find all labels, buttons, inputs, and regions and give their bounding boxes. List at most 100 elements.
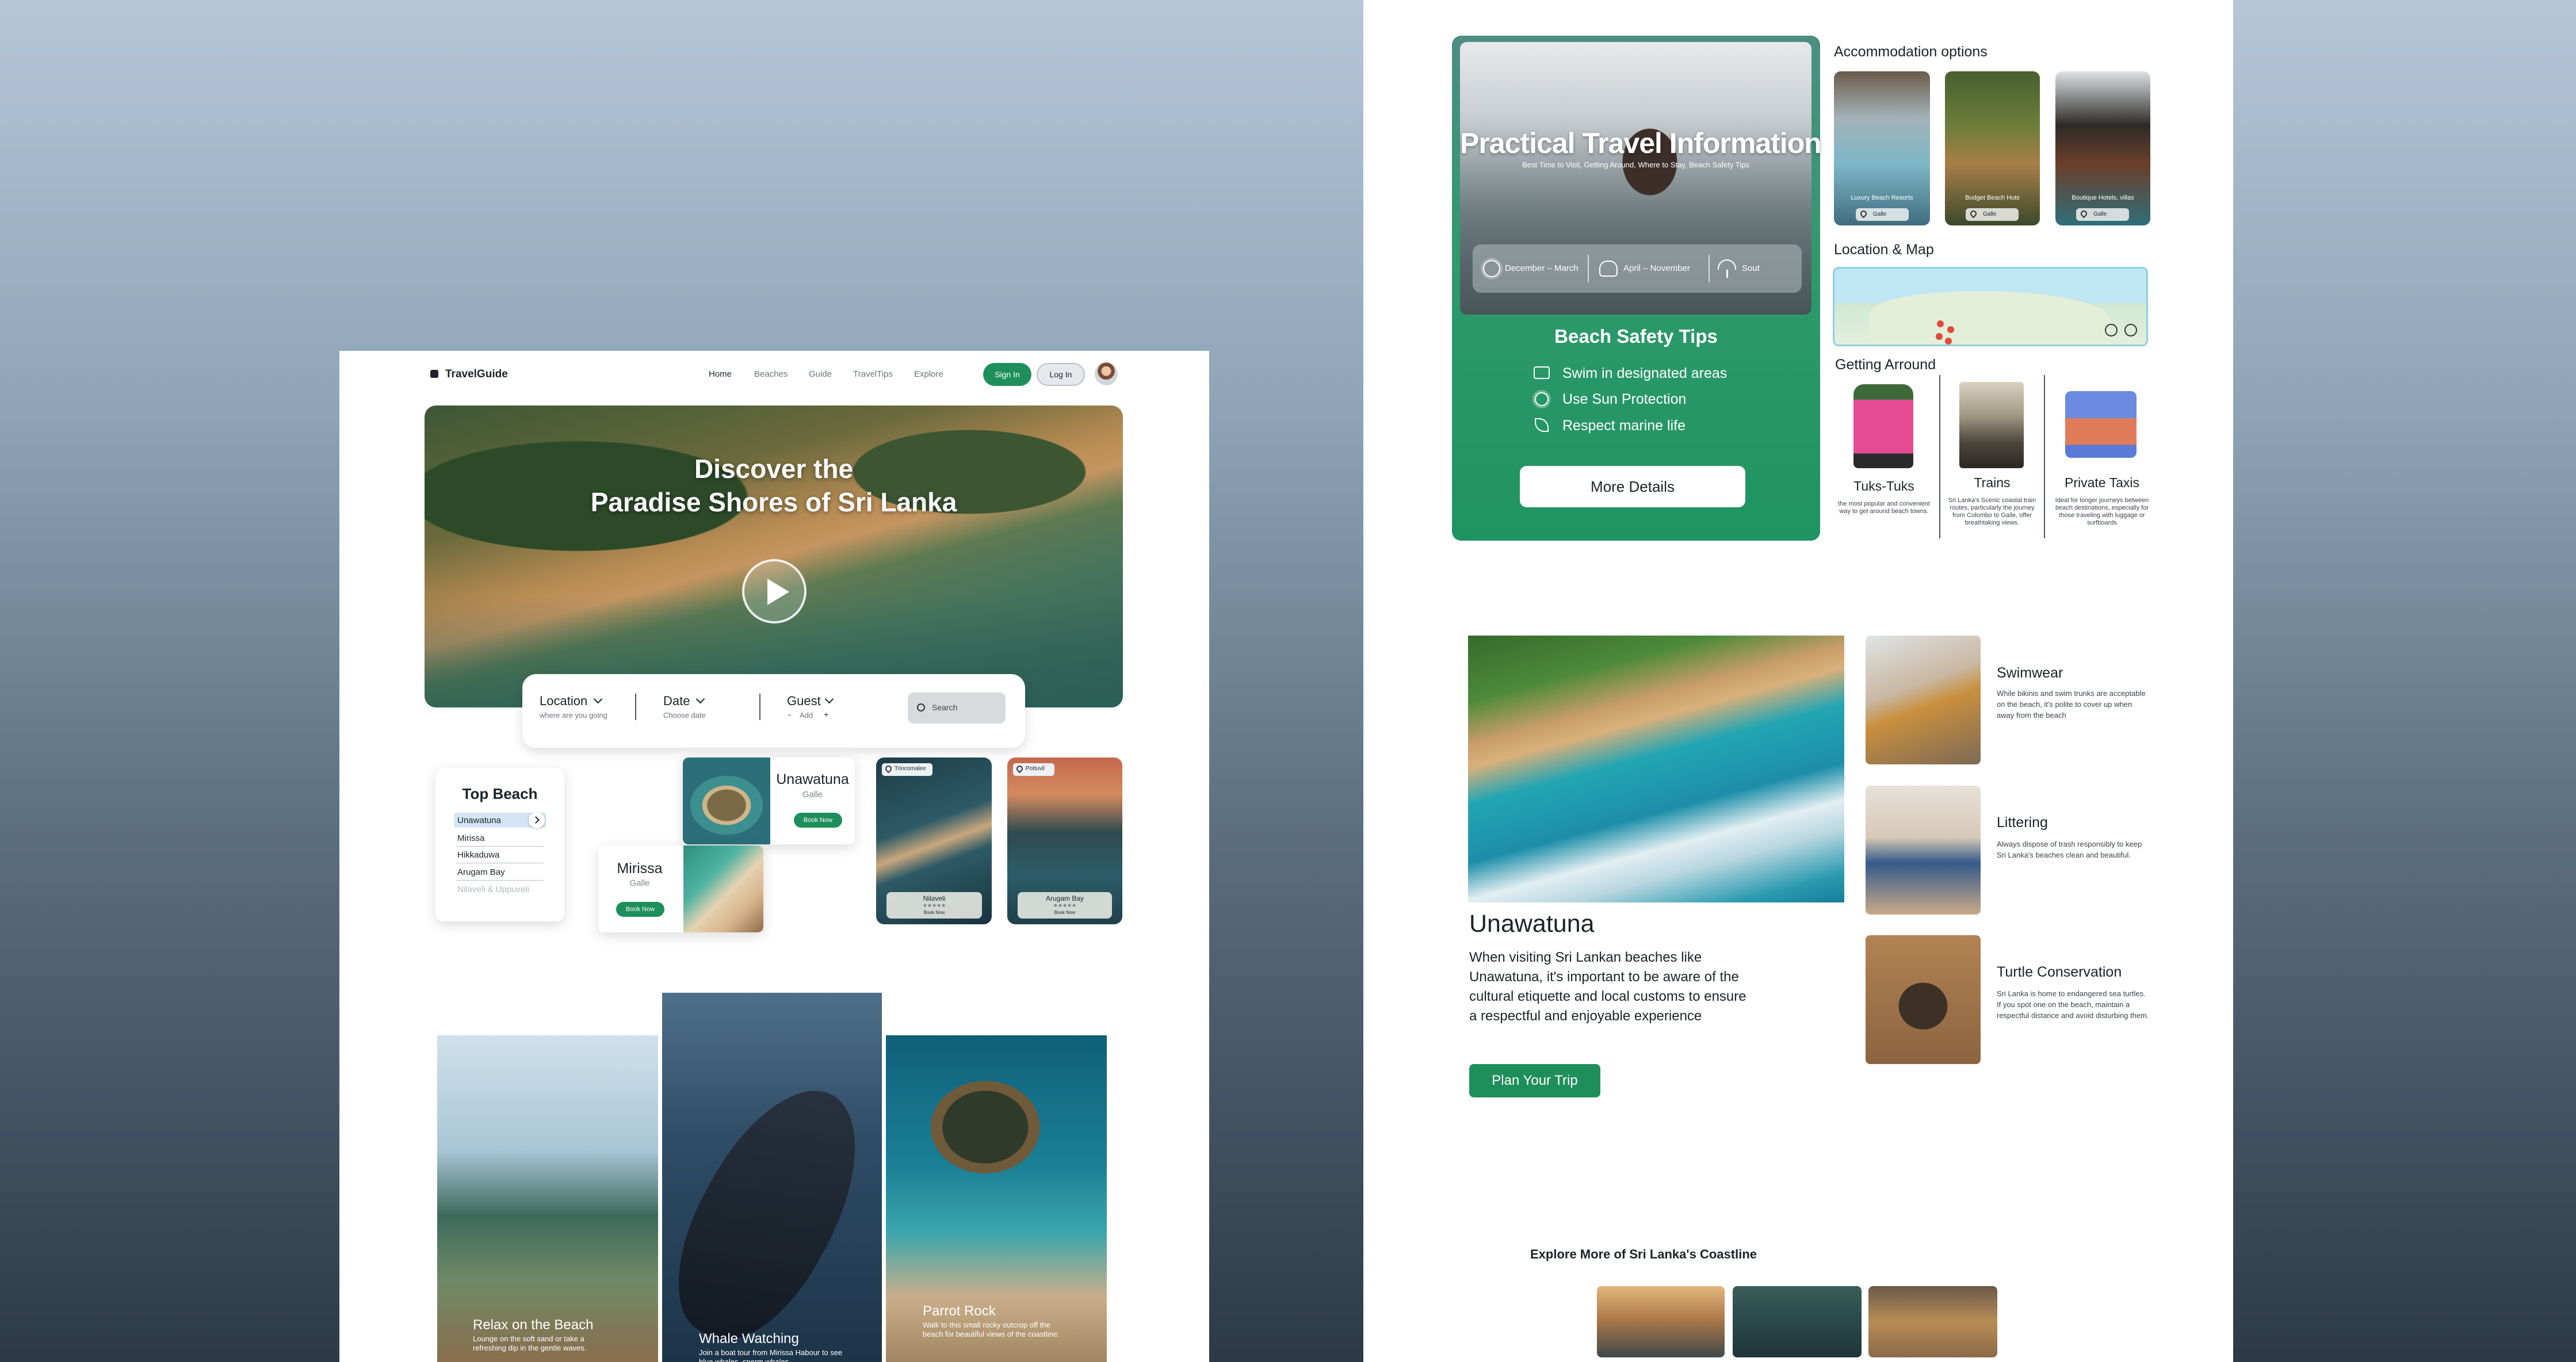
divider	[2044, 375, 2045, 538]
map[interactable]	[1833, 267, 2148, 346]
arrow-right-icon[interactable]	[529, 812, 545, 828]
beach-card-name: Mirissa	[617, 860, 663, 877]
zoom-in-icon[interactable]	[2124, 324, 2137, 336]
list-item[interactable]: Arugam Bay	[457, 867, 505, 877]
card-footer: Nilaveli ★★★★★ Book Now	[886, 892, 982, 919]
season-label: Sout	[1742, 263, 1760, 273]
taxi-icon	[2065, 391, 2137, 458]
activity-card-whale[interactable]: Whale Watching Join a boat tour from Mir…	[662, 993, 882, 1362]
etiquette-image-littering	[1866, 786, 1981, 915]
nav-explore[interactable]: Explore	[914, 369, 943, 379]
beach-card-unawatuna[interactable]: Unawatuna Galle Book Now	[683, 757, 855, 844]
accommodation-card-luxury[interactable]: Luxury Beach Resorts Galle	[1834, 71, 1930, 225]
accommodation-label: Luxury Beach Resorts	[1851, 194, 1913, 201]
safety-tip: Respect marine life	[1562, 418, 1686, 434]
swim-icon	[1534, 366, 1550, 379]
accommodation-card-boutique[interactable]: Boutique Hotels, villas Galle	[2055, 71, 2150, 225]
card-footer: Arugam Bay ★★★★★ Book Now	[1018, 892, 1112, 919]
explore-thumbnail[interactable]	[1733, 1286, 1862, 1357]
cloud-sun-icon	[1599, 261, 1618, 277]
guest-label[interactable]: Guest	[787, 694, 821, 709]
list-item-label: Unawatuna	[457, 816, 501, 825]
beach-card-nilaveli[interactable]: Trincomalee Nilaveli ★★★★★ Book Now	[876, 757, 992, 924]
accommodation-card-budget[interactable]: Budget Beach Huts Galle	[1945, 71, 2040, 225]
location-chip-label: Galle	[1873, 211, 1887, 217]
search-placeholder: Search	[932, 703, 958, 712]
explore-thumbnail[interactable]	[1868, 1286, 1997, 1357]
list-item[interactable]: Mirissa	[457, 833, 485, 843]
season-label: December – March	[1505, 263, 1579, 273]
activity-card-relax[interactable]: Relax on the Beach Lounge on the soft sa…	[437, 1035, 658, 1362]
beach-card-name: Nilaveli	[923, 894, 946, 902]
date-label[interactable]: Date	[663, 694, 690, 709]
explore-thumbnail[interactable]	[1597, 1286, 1725, 1357]
etiquette-image-swimwear	[1866, 636, 1981, 764]
chevron-down-icon	[824, 694, 834, 704]
location-chip-label: Galle	[2093, 211, 2107, 217]
divider	[456, 880, 544, 881]
beach-card-location: Galle	[629, 878, 650, 888]
season-strip: December – March April – November Sout	[1473, 244, 1802, 293]
sun-icon	[1535, 392, 1549, 406]
hero-image	[425, 405, 1123, 707]
unawatuna-title: Unawatuna	[1469, 910, 1595, 938]
hero-title-line2: Paradise Shores of Sri Lanka	[590, 487, 957, 517]
search-input[interactable]: Search	[908, 693, 1006, 724]
location-chip: Galle	[1966, 208, 2019, 221]
tuk-tuk-icon	[1853, 384, 1913, 468]
practical-subtitle: Best Time to Visit, Getting Around, Wher…	[1522, 160, 1749, 169]
divider	[456, 846, 544, 847]
rating-stars: ★★★★★	[1053, 902, 1077, 908]
nav-guide[interactable]: Guide	[809, 369, 832, 379]
activity-card-parrot-rock[interactable]: Parrot Rock Walk to this small rocky out…	[886, 1035, 1107, 1362]
beach-card-name: Unawatuna	[776, 771, 849, 787]
book-now-link[interactable]: Book Now	[1018, 910, 1112, 915]
list-item[interactable]: Hikkaduwa	[457, 850, 499, 860]
location-label[interactable]: Location	[540, 694, 587, 709]
train-image	[1959, 382, 2024, 468]
more-details-button[interactable]: More Details	[1520, 466, 1745, 507]
zoom-out-icon[interactable]	[2105, 324, 2118, 336]
book-now-button[interactable]: Book Now	[616, 902, 664, 917]
transport-name: Private Taxis	[2065, 475, 2139, 490]
etiquette-title: Littering	[1997, 814, 2048, 831]
divider	[1588, 255, 1589, 282]
guest-minus[interactable]: -	[788, 710, 791, 719]
rating-stars: ★★★★★	[922, 902, 946, 908]
sign-in-button[interactable]: Sign In	[983, 363, 1031, 386]
divider	[1939, 375, 1940, 538]
etiquette-desc: While bikinis and swim trunks are accept…	[1997, 689, 2146, 720]
nav-home[interactable]: Home	[709, 369, 732, 379]
book-now-button[interactable]: Book Now	[794, 813, 842, 828]
transport-desc: the most popular and convenient way to g…	[1838, 500, 1930, 515]
top-beach-title: Top Beach	[462, 785, 538, 802]
nav-traveltips[interactable]: TravelTips	[853, 369, 893, 379]
divider	[759, 694, 760, 720]
location-badge: Trincomalee	[882, 763, 932, 776]
map-marker	[1945, 338, 1952, 345]
guide-page-panel: Practical Travel Information Best Time t…	[1363, 0, 2233, 1362]
activity-title: Parrot Rock	[923, 1303, 996, 1319]
book-now-link[interactable]: Book Now	[886, 910, 982, 915]
guest-add: Add	[800, 711, 813, 720]
log-in-button[interactable]: Log In	[1037, 363, 1085, 386]
transport-name: Trains	[1974, 475, 2011, 490]
etiquette-title: Swimwear	[1997, 665, 2063, 681]
map-marker	[1937, 320, 1944, 327]
avatar[interactable]	[1095, 362, 1118, 385]
beach-card-mirissa[interactable]: Mirissa Galle Book Now	[598, 845, 763, 932]
play-button[interactable]	[742, 559, 807, 623]
brand-name[interactable]: TravelGuide	[445, 368, 508, 381]
guest-plus[interactable]: +	[824, 710, 828, 719]
nav-beaches[interactable]: Beaches	[754, 369, 788, 379]
location-map-title: Location & Map	[1834, 242, 1934, 258]
landing-page-panel: TravelGuide Home Beaches Guide TravelTip…	[339, 351, 1209, 1362]
list-item-unawatuna[interactable]: Unawatuna	[454, 812, 546, 828]
badge-label: Trincomalee	[895, 766, 926, 772]
pin-icon	[1969, 209, 1978, 219]
plan-trip-button[interactable]: Plan Your Trip	[1469, 1064, 1600, 1097]
beach-card-arugam-bay[interactable]: Pottuvil Arugam Bay ★★★★★ Book Now	[1007, 757, 1122, 924]
list-item[interactable]: Nilaveli & Uppuveli	[457, 885, 529, 894]
explore-title: Explore More of Sri Lanka's Coastline	[1530, 1247, 1757, 1261]
activity-desc: Join a boat tour from Mirissa Habour to …	[699, 1348, 843, 1362]
